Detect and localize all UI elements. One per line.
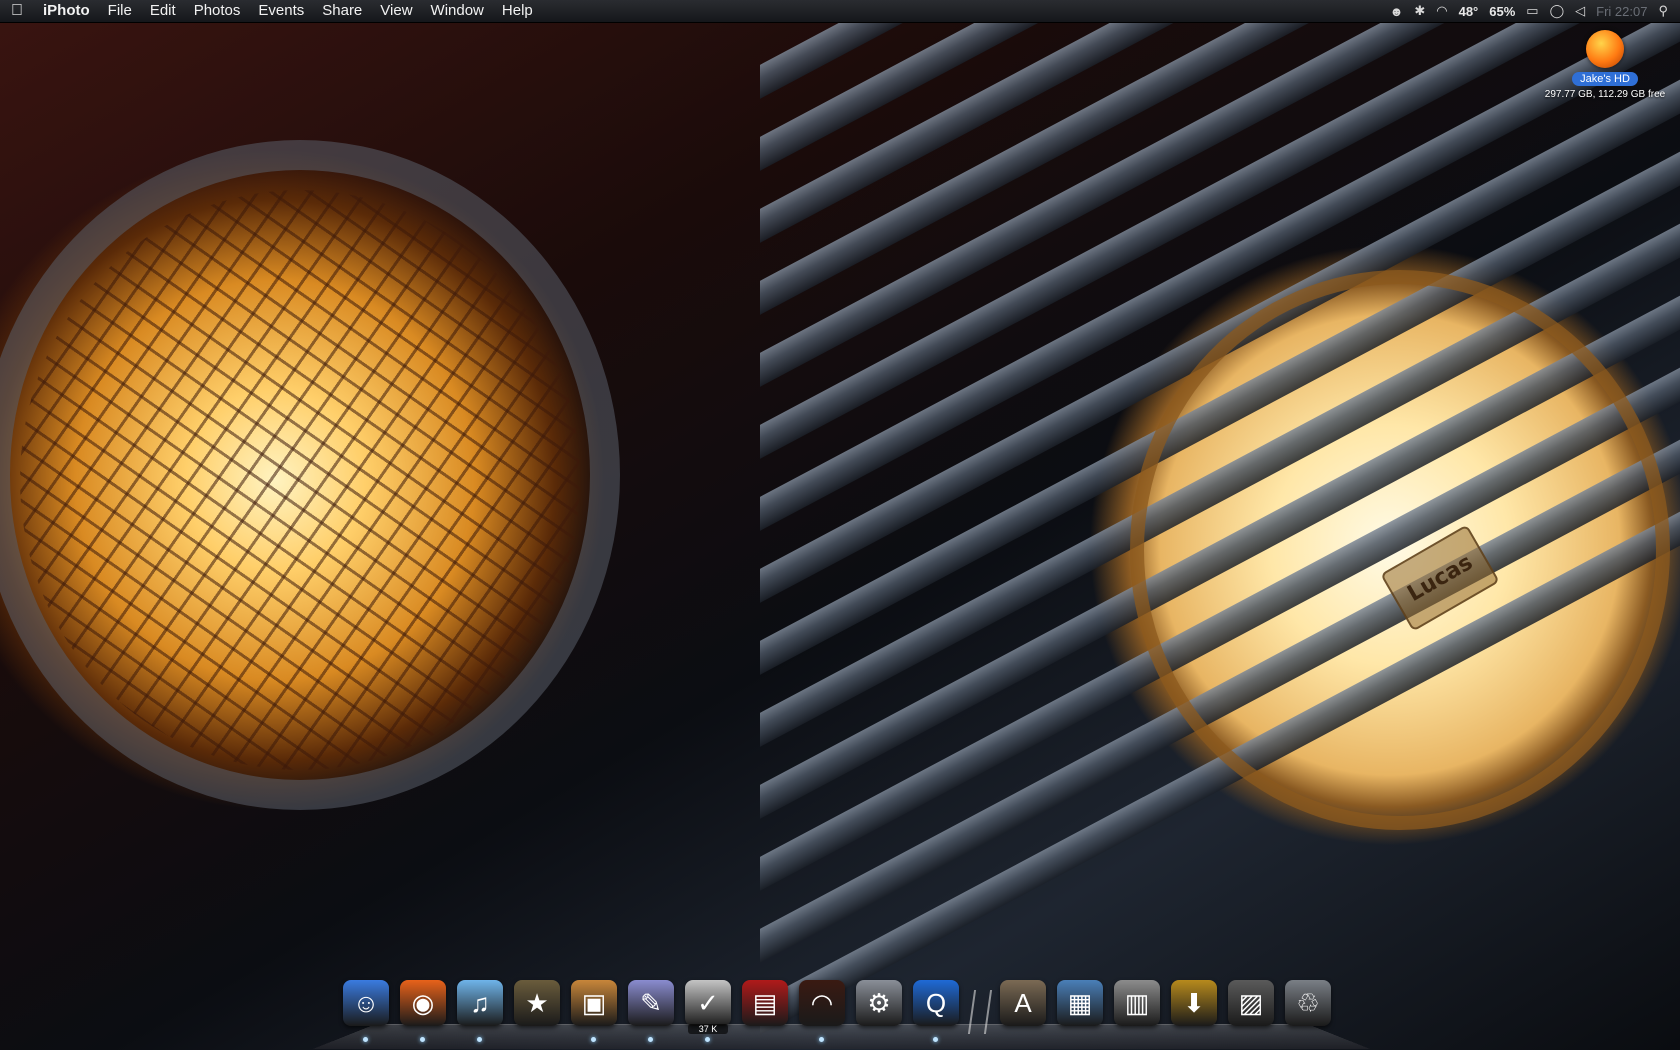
menu-extras: ☻ ✱ ◠ 48° 65% ▭ ◯ ◁ Fri 22:07 ⚲ [1390,0,1680,22]
desktop-drive[interactable]: Jake's HD 297.77 GB, 112.29 GB free [1535,30,1675,100]
menu-app-iphoto[interactable]: iPhoto [34,0,99,22]
dock-app-iphoto[interactable]: ▣ [568,980,620,1042]
running-indicator [477,1037,482,1042]
dock-stack-documents-folder[interactable]: ▦ [1054,980,1106,1034]
dock-app-itunes[interactable]: ♫ [454,980,506,1042]
wallpaper-left-headlight-mesh [20,190,580,770]
dock-app-front-row[interactable]: ▤ [739,980,791,1034]
dock-app-finder[interactable]: ☺ [340,980,392,1042]
dock-stack-files-folder[interactable]: ▥ [1111,980,1163,1034]
dock-app-script-editor[interactable]: ✎ [625,980,677,1042]
dock-app-firefox[interactable]: ◉ [397,980,449,1042]
dock-app-ical[interactable]: ✓ 37 K [682,980,734,1042]
downloads-folder-icon[interactable]: ⬇ [1171,980,1217,1026]
drive-info-label: 297.77 GB, 112.29 GB free [1544,89,1666,100]
preview-icon[interactable]: ◠ [799,980,845,1026]
dock-app-imovie[interactable]: ★ [511,980,563,1034]
wifi-icon[interactable]: ◠ [1436,3,1447,19]
hard-drive-icon[interactable] [1586,30,1624,68]
dock-stack-downloads-folder[interactable]: ⬇ [1168,980,1220,1034]
bluetooth-icon[interactable]: ✱ [1414,3,1425,19]
ical-icon[interactable]: ✓ [685,980,731,1026]
drive-name-label[interactable]: Jake's HD [1572,72,1638,86]
menu-share[interactable]: Share [313,0,371,22]
dock-app-quicktime[interactable]: Q [910,980,962,1042]
menu-file[interactable]: File [99,0,141,22]
running-indicator [705,1037,710,1042]
menu-events[interactable]: Events [249,0,313,22]
running-indicator [819,1037,824,1042]
applications-folder-icon[interactable]: A [1000,980,1046,1026]
menu-bar:  iPhoto File Edit Photos Events Share V… [0,0,1680,23]
documents-folder-icon[interactable]: ▦ [1057,980,1103,1026]
chat-icon[interactable]: ◯ [1550,3,1565,19]
dock-app-preview[interactable]: ◠ [796,980,848,1042]
pictures-folder-icon[interactable]: ▨ [1228,980,1274,1026]
wallpaper-right-headlight-rim [1130,270,1670,830]
files-folder-icon[interactable]: ▥ [1114,980,1160,1026]
apple-icon[interactable]:  [0,2,34,20]
menu-view[interactable]: View [371,0,421,22]
dock-separator[interactable] [967,990,993,1034]
ical-badge: 37 K [688,1024,728,1034]
iphoto-icon[interactable]: ▣ [571,980,617,1026]
firefox-icon[interactable]: ◉ [400,980,446,1026]
menu-window[interactable]: Window [422,0,493,22]
temperature-text[interactable]: 48° [1459,4,1479,19]
front-row-icon[interactable]: ▤ [742,980,788,1026]
running-indicator [363,1037,368,1042]
battery-text[interactable]: 65% [1489,4,1515,19]
script-editor-icon[interactable]: ✎ [628,980,674,1026]
running-indicator [591,1037,596,1042]
dock-stack-applications-folder[interactable]: A [997,980,1049,1034]
trash-icon[interactable]: ♲ [1285,980,1331,1026]
dock-app-system-preferences[interactable]: ⚙ [853,980,905,1034]
spotlight-icon[interactable]: ⚲ [1658,3,1668,19]
dock: ☺ ◉ ♫ ★ ▣ ✎ ✓ 37 K ▤ ◠ ⚙ Q A ▦ ▥ ⬇ ▨ ♲ [340,978,1339,1042]
running-indicator [648,1037,653,1042]
quicktime-icon[interactable]: Q [913,980,959,1026]
volume-icon[interactable]: ◁ [1575,3,1585,19]
menu-photos[interactable]: Photos [185,0,250,22]
imovie-icon[interactable]: ★ [514,980,560,1026]
dock-stack-pictures-folder[interactable]: ▨ [1225,980,1277,1034]
dock-stack-trash[interactable]: ♲ [1282,980,1334,1034]
itunes-icon[interactable]: ♫ [457,980,503,1026]
running-indicator [420,1037,425,1042]
running-indicator [933,1037,938,1042]
menu-help[interactable]: Help [493,0,542,22]
display-icon[interactable]: ▭ [1526,3,1538,19]
menu-extra-icon[interactable]: ☻ [1390,4,1404,19]
finder-icon[interactable]: ☺ [343,980,389,1026]
system-preferences-icon[interactable]: ⚙ [856,980,902,1026]
clock-text[interactable]: Fri 22:07 [1596,4,1647,19]
menu-edit[interactable]: Edit [141,0,185,22]
